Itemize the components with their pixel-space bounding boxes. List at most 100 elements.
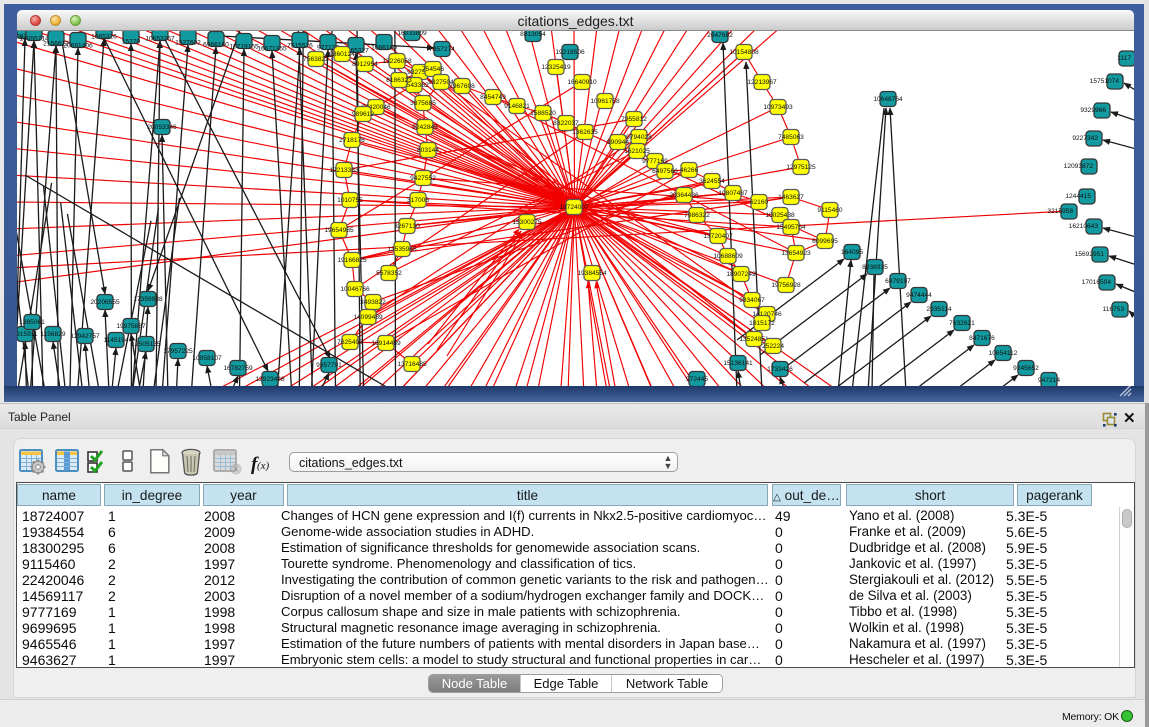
svg-text:1527602: 1527602 xyxy=(175,40,201,47)
svg-text:9115460: 9115460 xyxy=(817,207,843,214)
svg-text:10807487: 10807487 xyxy=(718,190,748,197)
svg-text:7986322: 7986322 xyxy=(684,212,710,219)
svg-text:6966160: 6966160 xyxy=(203,42,229,49)
svg-text:15300275: 15300275 xyxy=(512,219,542,226)
svg-text:13716485: 13716485 xyxy=(397,361,427,368)
svg-text:10648764: 10648764 xyxy=(873,96,903,103)
svg-text:10973493: 10973493 xyxy=(763,104,793,111)
svg-text:3493822: 3493822 xyxy=(360,299,386,306)
svg-text:1362635: 1362635 xyxy=(572,129,598,136)
svg-text:13720407: 13720407 xyxy=(703,233,733,240)
svg-text:7625402: 7625402 xyxy=(337,339,363,346)
svg-text:12213967: 12213967 xyxy=(747,79,777,86)
svg-text:20364436: 20364436 xyxy=(669,192,699,199)
svg-text:12213383: 12213383 xyxy=(329,167,359,174)
svg-text:6497566: 6497566 xyxy=(652,168,678,175)
svg-text:1588520: 1588520 xyxy=(530,110,556,117)
svg-text:2967608: 2967608 xyxy=(449,83,475,90)
svg-text:1010755: 1010755 xyxy=(337,197,363,204)
svg-text:9427552: 9427552 xyxy=(410,175,436,182)
svg-text:164095: 164095 xyxy=(841,249,863,256)
svg-text:116753: 116753 xyxy=(1102,306,1124,313)
svg-text:6879197: 6879197 xyxy=(885,278,911,285)
svg-text:12975125: 12975125 xyxy=(786,164,816,171)
svg-text:19654985: 19654985 xyxy=(324,227,354,234)
svg-text:6099695: 6099695 xyxy=(812,238,838,245)
svg-text:10046766: 10046766 xyxy=(340,286,370,293)
svg-text:9245652: 9245652 xyxy=(1013,365,1039,372)
svg-text:15495764: 15495764 xyxy=(776,224,806,231)
svg-text:18907249: 18907249 xyxy=(726,271,756,278)
svg-text:16210643: 16210643 xyxy=(1069,223,1099,230)
svg-text:19975887: 19975887 xyxy=(116,323,146,330)
svg-text:1065326: 1065326 xyxy=(91,34,117,41)
svg-text:7515526: 7515526 xyxy=(287,43,313,50)
svg-text:19218506: 19218506 xyxy=(555,49,585,56)
svg-text:8912954: 8912954 xyxy=(352,61,378,68)
svg-text:9857791: 9857791 xyxy=(316,362,342,369)
svg-text:15751074: 15751074 xyxy=(1090,78,1120,85)
svg-text:9227342: 9227342 xyxy=(1072,135,1098,142)
svg-text:10653267: 10653267 xyxy=(145,36,175,43)
svg-text:1733426: 1733426 xyxy=(767,366,793,373)
svg-text:20691406: 20691406 xyxy=(63,43,93,50)
svg-text:8938935: 8938935 xyxy=(862,264,888,271)
svg-text:12093872: 12093872 xyxy=(1064,163,1094,170)
svg-text:10654112: 10654112 xyxy=(989,350,1018,357)
svg-text:2047682: 2047682 xyxy=(707,32,733,39)
svg-text:8322037: 8322037 xyxy=(553,120,579,127)
svg-text:1156829: 1156829 xyxy=(40,331,66,338)
svg-text:10958107: 10958107 xyxy=(192,355,222,362)
svg-text:8454749: 8454749 xyxy=(480,94,506,101)
svg-text:14099489: 14099489 xyxy=(353,314,383,321)
svg-text:10154808: 10154808 xyxy=(729,49,759,56)
svg-text:20053346: 20053346 xyxy=(147,124,177,131)
svg-text:13654923: 13654923 xyxy=(781,250,811,257)
svg-text:12942757: 12942757 xyxy=(70,333,100,340)
svg-text:3915911: 3915911 xyxy=(17,331,38,338)
svg-text:2718176: 2718176 xyxy=(339,137,365,144)
svg-text:62160: 62160 xyxy=(750,199,769,206)
svg-text:754546: 754546 xyxy=(422,66,444,73)
svg-text:3215958: 3215958 xyxy=(1047,208,1073,215)
svg-text:3624554: 3624554 xyxy=(699,178,725,185)
svg-text:317006: 317006 xyxy=(407,197,429,204)
svg-text:252224: 252224 xyxy=(762,343,784,350)
svg-text:7357274: 7357274 xyxy=(429,46,455,53)
svg-text:12923448: 12923448 xyxy=(255,376,285,383)
svg-text:972445: 972445 xyxy=(686,376,708,383)
svg-text:10025438: 10025438 xyxy=(765,212,795,219)
svg-text:46266: 46266 xyxy=(680,167,699,174)
svg-text:(x): (x) xyxy=(257,460,270,472)
svg-text:9329966: 9329966 xyxy=(1080,107,1106,114)
svg-text:10719155: 10719155 xyxy=(229,44,259,51)
svg-text:16640910: 16640910 xyxy=(567,79,597,86)
svg-text:9474444: 9474444 xyxy=(906,292,932,299)
svg-text:1117: 1117 xyxy=(1117,55,1131,62)
svg-text:16782759: 16782759 xyxy=(223,365,253,372)
svg-text:19384554: 19384554 xyxy=(577,270,607,277)
svg-text:9860124: 9860124 xyxy=(329,51,355,58)
svg-text:1145194: 1145194 xyxy=(103,337,129,344)
svg-text:8471676: 8471676 xyxy=(969,335,995,342)
svg-text:9146821: 9146821 xyxy=(504,103,530,110)
svg-text:989612: 989612 xyxy=(352,111,374,118)
svg-text:947214: 947214 xyxy=(1038,377,1060,384)
svg-text:2935114: 2935114 xyxy=(926,306,952,313)
svg-text:16914489: 16914489 xyxy=(371,340,401,347)
svg-text:12505135: 12505135 xyxy=(131,341,161,348)
svg-text:13535945: 13535945 xyxy=(387,246,417,253)
svg-text:9794028: 9794028 xyxy=(626,134,652,141)
svg-text:15270: 15270 xyxy=(122,39,141,46)
svg-text:15136141: 15136141 xyxy=(723,360,753,367)
svg-text:1463627: 1463627 xyxy=(778,194,804,201)
svg-text:1066160: 1066160 xyxy=(371,45,397,52)
svg-text:17957225: 17957225 xyxy=(163,348,193,355)
svg-text:10688609: 10688609 xyxy=(713,253,743,260)
svg-text:7485063: 7485063 xyxy=(778,134,804,141)
svg-text:15692951: 15692951 xyxy=(1075,251,1105,258)
svg-text:19756928: 19756928 xyxy=(771,282,801,289)
svg-text:7563822: 7563822 xyxy=(303,56,329,63)
svg-text:3875685: 3875685 xyxy=(410,100,436,107)
svg-text:3267130: 3267130 xyxy=(394,223,420,230)
